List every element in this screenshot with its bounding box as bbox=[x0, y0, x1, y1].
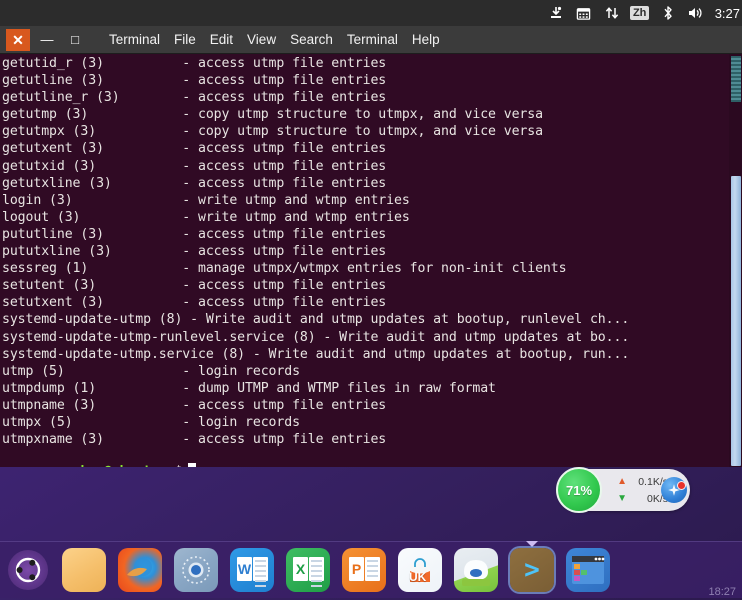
kylin-uk-label: UK bbox=[409, 570, 427, 584]
download-rate-row: ▼ 0K/s bbox=[606, 490, 668, 507]
volume-icon[interactable] bbox=[683, 2, 709, 24]
boost-icon[interactable] bbox=[661, 477, 687, 503]
scrollbar-thumb[interactable] bbox=[731, 176, 741, 466]
upload-rate-row: ▲ 0.1K/s bbox=[606, 473, 668, 490]
firefox-icon bbox=[118, 548, 162, 592]
terminal-icon: > bbox=[510, 548, 554, 592]
menu-view[interactable]: View bbox=[240, 30, 283, 49]
dock-item-kylin-software-center[interactable]: UK bbox=[392, 542, 448, 598]
terminal-prompt: yukun@ubuntu:~$ bbox=[2, 446, 197, 467]
dock: W X P UK > 18:27 bbox=[0, 541, 742, 598]
word-glyph: W bbox=[237, 557, 252, 581]
cpu-usage-ring: 71% bbox=[556, 467, 602, 513]
close-button[interactable]: ✕ bbox=[6, 28, 30, 51]
system-monitor-widget[interactable]: 71% ▲ 0.1K/s ▼ 0K/s bbox=[556, 467, 690, 513]
assistant-robot-icon bbox=[454, 548, 498, 592]
word-icon: W bbox=[230, 548, 274, 592]
upload-arrow-icon: ▲ bbox=[617, 476, 627, 487]
kylin-software-center-icon: UK bbox=[398, 548, 442, 592]
excel-glyph: X bbox=[293, 557, 308, 581]
dock-item-files[interactable] bbox=[56, 542, 112, 598]
ubuntu-logo-icon bbox=[8, 550, 48, 590]
screen: Zh 3:27 ✕ — □ Terminal File Edit View Se… bbox=[0, 0, 742, 600]
cpu-usage-label: 71% bbox=[565, 482, 593, 498]
menubar: Terminal File Edit View Search Terminal … bbox=[102, 26, 447, 54]
menu-file[interactable]: File bbox=[167, 30, 203, 49]
ppt-letter: P bbox=[351, 561, 362, 577]
settings-disc-icon bbox=[174, 548, 218, 592]
folder-icon bbox=[62, 548, 106, 592]
word-letter: W bbox=[237, 561, 252, 577]
minimize-button[interactable]: — bbox=[34, 29, 60, 51]
menu-help[interactable]: Help bbox=[405, 30, 447, 49]
bluetooth-icon[interactable] bbox=[655, 2, 681, 24]
word-doc-lines bbox=[253, 557, 268, 587]
window-switcher-icon bbox=[566, 548, 610, 592]
window-title: Terminal bbox=[109, 32, 161, 47]
window-titlebar: ✕ — □ Terminal File Edit View Search Ter… bbox=[0, 26, 742, 54]
terminal-window: ✕ — □ Terminal File Edit View Search Ter… bbox=[0, 26, 742, 467]
dock-item-excel[interactable]: X bbox=[280, 542, 336, 598]
powerpoint-icon: P bbox=[342, 548, 386, 592]
menu-search[interactable]: Search bbox=[283, 30, 340, 49]
input-method-label: Zh bbox=[629, 6, 650, 20]
terminal-output-area[interactable]: getutid_r (3) - access utmp file entries… bbox=[0, 54, 742, 467]
top-panel: Zh 3:27 bbox=[0, 0, 742, 26]
dock-clock[interactable]: 18:27 bbox=[708, 586, 736, 598]
excel-letter: X bbox=[295, 561, 306, 577]
shopping-bag-icon: UK bbox=[405, 555, 435, 585]
notification-badge bbox=[677, 481, 686, 490]
excel-icon: X bbox=[286, 548, 330, 592]
download-arrow-icon: ▼ bbox=[617, 493, 627, 504]
menu-edit[interactable]: Edit bbox=[203, 30, 240, 49]
input-method-icon[interactable]: Zh bbox=[627, 2, 653, 24]
network-rates: ▲ 0.1K/s ▼ 0K/s bbox=[606, 473, 668, 507]
dock-item-ubuntu-menu[interactable] bbox=[0, 542, 56, 598]
ppt-slide bbox=[365, 557, 380, 581]
terminal-chevron-glyph: > bbox=[524, 555, 540, 585]
ppt-glyph: P bbox=[349, 557, 364, 581]
dock-item-firefox[interactable] bbox=[112, 542, 168, 598]
terminal-output-text: getutid_r (3) - access utmp file entries… bbox=[2, 56, 630, 448]
dock-item-word[interactable]: W bbox=[224, 542, 280, 598]
dock-item-terminal[interactable]: > bbox=[504, 542, 560, 598]
dock-item-window-switcher[interactable] bbox=[560, 542, 616, 598]
network-transfer-icon[interactable] bbox=[599, 2, 625, 24]
calendar-icon[interactable] bbox=[571, 2, 597, 24]
dock-item-settings[interactable] bbox=[168, 542, 224, 598]
maximize-button[interactable]: □ bbox=[62, 29, 88, 51]
panel-clock[interactable]: 3:27 bbox=[715, 6, 740, 21]
menu-terminal[interactable]: Terminal bbox=[340, 30, 405, 49]
terminal-scrollbar[interactable] bbox=[729, 54, 742, 467]
scrollbar-top-marker bbox=[731, 56, 741, 102]
dock-item-powerpoint[interactable]: P bbox=[336, 542, 392, 598]
software-update-icon[interactable] bbox=[543, 2, 569, 24]
excel-grid bbox=[309, 557, 324, 587]
dock-item-mate-assistant[interactable] bbox=[448, 542, 504, 598]
